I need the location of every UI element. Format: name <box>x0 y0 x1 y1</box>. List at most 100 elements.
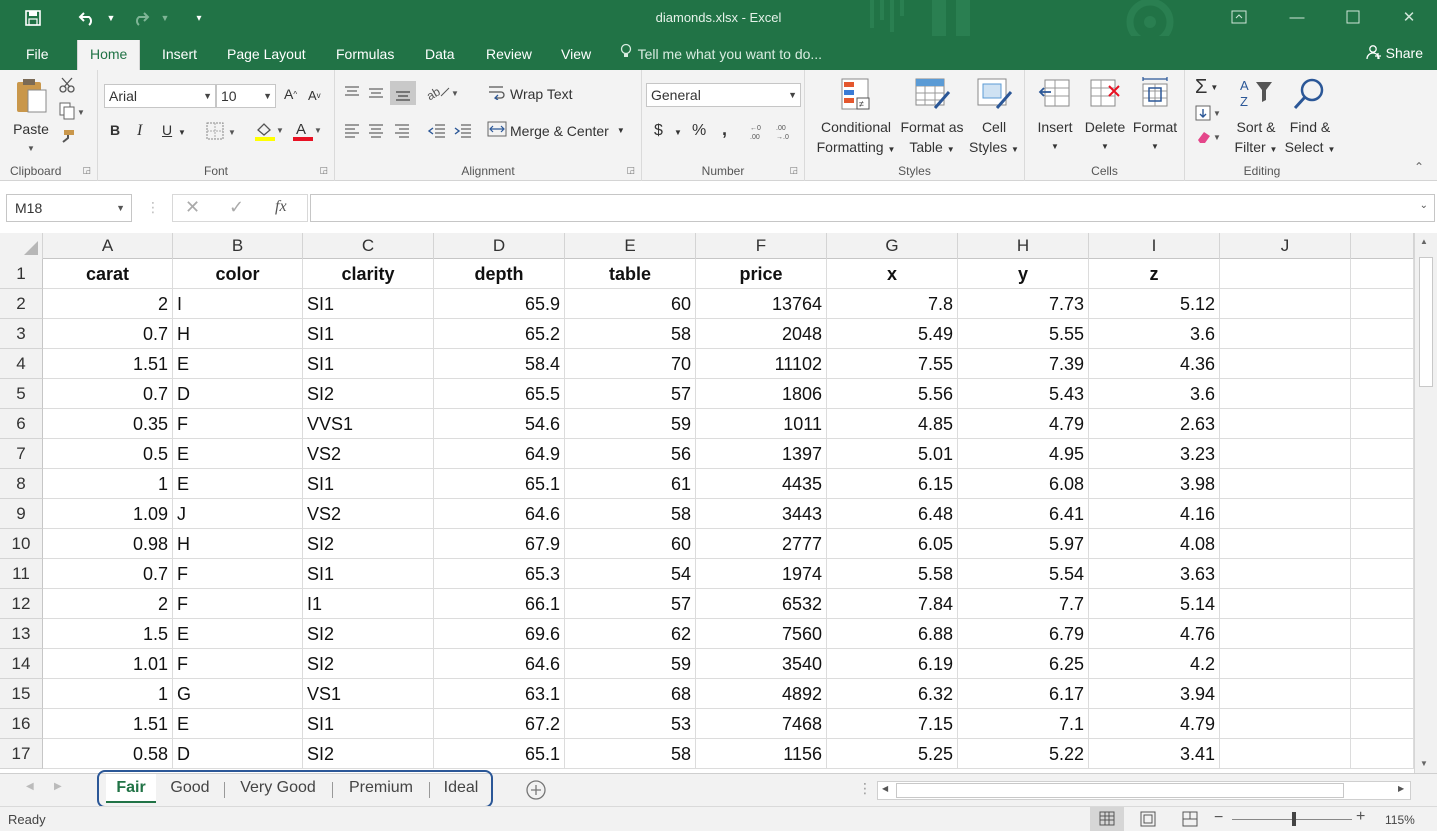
table-cell[interactable]: SI2 <box>303 619 434 649</box>
table-cell[interactable] <box>1220 589 1351 619</box>
table-cell[interactable] <box>1220 709 1351 739</box>
table-cell[interactable]: 7.39 <box>958 349 1089 379</box>
header-cell[interactable]: depth <box>434 259 565 289</box>
table-cell[interactable]: 66.1 <box>434 589 565 619</box>
table-cell[interactable] <box>1351 739 1414 769</box>
table-cell[interactable]: 11102 <box>696 349 827 379</box>
ribbon-display-icon[interactable] <box>1222 4 1256 30</box>
row-header[interactable]: 11 <box>0 559 43 589</box>
row-header[interactable]: 2 <box>0 289 43 319</box>
sheet-tab-good[interactable]: Good <box>158 774 222 803</box>
clear-icon[interactable]: ▼ <box>1195 128 1223 146</box>
underline-button[interactable]: U <box>162 122 172 138</box>
page-layout-view-icon[interactable] <box>1138 811 1158 830</box>
table-cell[interactable]: 70 <box>565 349 696 379</box>
decrease-indent-icon[interactable] <box>427 122 447 138</box>
minimize-icon[interactable]: — <box>1280 4 1314 30</box>
table-cell[interactable]: SI1 <box>303 709 434 739</box>
table-cell[interactable]: 62 <box>565 619 696 649</box>
column-header-f[interactable]: F <box>696 233 827 259</box>
font-name-select[interactable]: Arial ▼ <box>104 84 216 108</box>
table-cell[interactable]: 54.6 <box>434 409 565 439</box>
paste-button[interactable]: Paste ▼ <box>8 76 54 159</box>
table-cell[interactable]: 2777 <box>696 529 827 559</box>
font-size-select[interactable]: 10 ▼ <box>216 84 276 108</box>
row-header[interactable]: 10 <box>0 529 43 559</box>
table-cell[interactable]: 6532 <box>696 589 827 619</box>
number-format-select[interactable]: General ▼ <box>646 83 801 107</box>
row-header[interactable]: 7 <box>0 439 43 469</box>
table-cell[interactable]: E <box>173 469 303 499</box>
table-cell[interactable] <box>1351 619 1414 649</box>
table-cell[interactable]: SI2 <box>303 649 434 679</box>
table-cell[interactable]: F <box>173 589 303 619</box>
name-box[interactable]: M18 ▼ <box>6 194 132 222</box>
table-cell[interactable]: 5.12 <box>1089 289 1220 319</box>
table-cell[interactable]: 4.36 <box>1089 349 1220 379</box>
formula-input[interactable]: ⌄ <box>310 194 1435 222</box>
column-header-h[interactable]: H <box>958 233 1089 259</box>
table-cell[interactable] <box>1220 529 1351 559</box>
table-cell[interactable]: VS2 <box>303 499 434 529</box>
table-cell[interactable]: E <box>173 439 303 469</box>
table-cell[interactable]: 6.32 <box>827 679 958 709</box>
column-header-a[interactable]: A <box>43 233 173 259</box>
table-cell[interactable] <box>1220 439 1351 469</box>
table-cell[interactable] <box>1220 679 1351 709</box>
tab-insert[interactable]: Insert <box>160 40 199 70</box>
format-cells-button[interactable]: Format ▼ <box>1129 76 1181 157</box>
zoom-in-icon[interactable]: + <box>1356 808 1365 826</box>
table-cell[interactable]: 7.73 <box>958 289 1089 319</box>
table-cell[interactable]: 59 <box>565 409 696 439</box>
table-cell[interactable]: I1 <box>303 589 434 619</box>
table-cell[interactable]: 3.6 <box>1089 379 1220 409</box>
table-cell[interactable]: 65.3 <box>434 559 565 589</box>
row-header[interactable]: 16 <box>0 709 43 739</box>
table-cell[interactable]: 4.08 <box>1089 529 1220 559</box>
table-cell[interactable]: SI1 <box>303 559 434 589</box>
currency-button[interactable]: $ <box>654 122 663 140</box>
table-cell[interactable] <box>1351 649 1414 679</box>
row-header[interactable]: 5 <box>0 379 43 409</box>
column-header-g[interactable]: G <box>827 233 958 259</box>
table-cell[interactable]: 67.9 <box>434 529 565 559</box>
decrease-decimal-icon[interactable]: .00 →.0 <box>776 122 796 140</box>
table-cell[interactable]: 7.7 <box>958 589 1089 619</box>
table-cell[interactable]: 5.14 <box>1089 589 1220 619</box>
table-cell[interactable] <box>1351 349 1414 379</box>
table-cell[interactable]: 56 <box>565 439 696 469</box>
shrink-font-icon[interactable]: Av <box>308 88 321 103</box>
table-cell[interactable]: 4.76 <box>1089 619 1220 649</box>
italic-button[interactable]: I <box>137 122 142 140</box>
header-cell[interactable]: color <box>173 259 303 289</box>
insert-function-icon[interactable]: fx <box>275 198 287 216</box>
table-cell[interactable]: 6.79 <box>958 619 1089 649</box>
table-cell[interactable]: 6.41 <box>958 499 1089 529</box>
column-header-k[interactable] <box>1351 233 1414 259</box>
tab-splitter-icon[interactable]: ⋮ <box>858 780 872 797</box>
table-cell[interactable]: 7.55 <box>827 349 958 379</box>
column-header-i[interactable]: I <box>1089 233 1220 259</box>
table-cell[interactable]: 58 <box>565 739 696 769</box>
vertical-scroll-thumb[interactable] <box>1419 257 1433 387</box>
column-header-c[interactable]: C <box>303 233 434 259</box>
table-cell[interactable]: 0.5 <box>43 439 173 469</box>
table-cell[interactable]: SI1 <box>303 349 434 379</box>
table-cell[interactable]: 4.16 <box>1089 499 1220 529</box>
orientation-icon[interactable]: ab ▼ <box>427 84 459 100</box>
table-cell[interactable]: 3.23 <box>1089 439 1220 469</box>
row-header[interactable]: 8 <box>0 469 43 499</box>
page-break-view-icon[interactable] <box>1180 811 1200 830</box>
table-cell[interactable] <box>1351 559 1414 589</box>
grow-font-icon[interactable]: A ^ <box>284 86 297 102</box>
maximize-icon[interactable] <box>1336 4 1370 30</box>
underline-dropdown-icon[interactable]: ▼ <box>178 128 186 137</box>
table-cell[interactable]: 0.98 <box>43 529 173 559</box>
table-cell[interactable]: 0.7 <box>43 319 173 349</box>
table-cell[interactable]: 5.58 <box>827 559 958 589</box>
conditional-formatting-button[interactable]: ≠ Conditional Formatting ▼ <box>811 76 901 160</box>
cancel-icon[interactable]: ✕ <box>185 197 200 218</box>
table-cell[interactable]: 57 <box>565 589 696 619</box>
table-cell[interactable]: 53 <box>565 709 696 739</box>
number-launcher-icon[interactable]: ◲ <box>789 165 798 176</box>
